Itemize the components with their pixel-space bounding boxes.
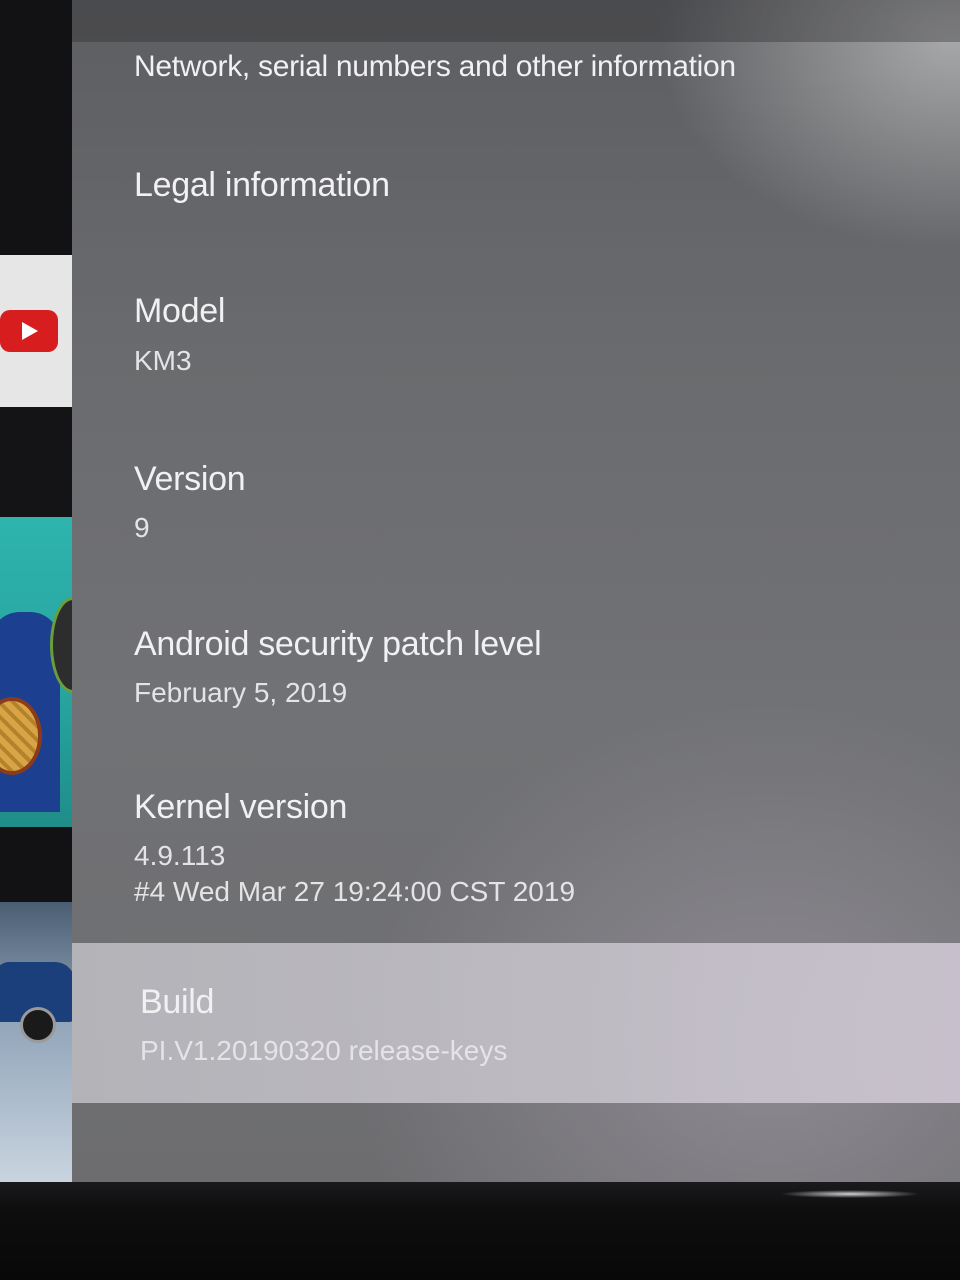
model-item[interactable]: Model KM3	[72, 270, 960, 400]
legal-info-title: Legal information	[134, 166, 390, 204]
about-settings-panel: Network, serial numbers and other inform…	[72, 0, 960, 1182]
thumbnail-car-wheel	[20, 1007, 56, 1043]
build-value: PI.V1.20190320 release-keys	[140, 1035, 508, 1066]
build-item[interactable]: Build PI.V1.20190320 release-keys	[72, 943, 960, 1103]
model-value: KM3	[134, 345, 192, 376]
bezel-reflection	[780, 1190, 920, 1198]
security-patch-title: Android security patch level	[134, 625, 542, 663]
security-patch-item[interactable]: Android security patch level February 5,…	[72, 605, 960, 725]
security-patch-value: February 5, 2019	[134, 677, 348, 708]
version-title: Version	[134, 460, 246, 498]
model-title: Model	[134, 292, 226, 330]
tv-screen: Network, serial numbers and other inform…	[0, 0, 960, 1182]
kernel-version-line2: #4 Wed Mar 27 19:24:00 CST 2019	[134, 876, 576, 907]
kernel-version-item[interactable]: Kernel version 4.9.113 #4 Wed Mar 27 19:…	[72, 770, 960, 920]
panel-top-shade	[72, 0, 960, 42]
build-title: Build	[140, 983, 215, 1021]
network-info-item[interactable]: Network, serial numbers and other inform…	[72, 40, 960, 130]
youtube-logo-icon	[0, 310, 58, 352]
network-info-title: Network, serial numbers and other inform…	[134, 50, 736, 83]
legal-info-item[interactable]: Legal information	[72, 140, 960, 250]
version-item[interactable]: Version 9	[72, 440, 960, 560]
kernel-version-title: Kernel version	[134, 788, 348, 826]
version-value: 9	[134, 512, 150, 543]
kernel-version-line1: 4.9.113	[134, 840, 226, 871]
